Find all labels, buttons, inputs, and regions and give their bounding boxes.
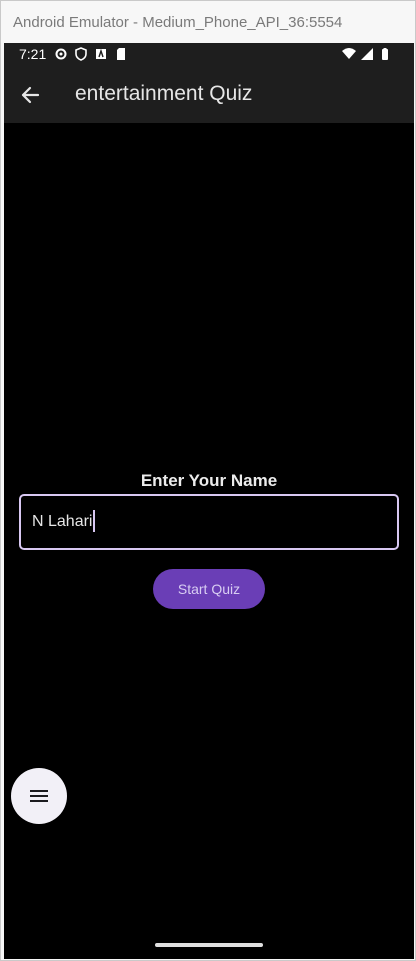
name-prompt-label: Enter Your Name	[140, 471, 278, 490]
arrow-left-icon	[21, 86, 40, 104]
status-time: 7:21	[19, 46, 47, 62]
status-bar: 7:21	[4, 43, 414, 67]
gesture-nav-handle[interactable]	[155, 943, 263, 947]
signal-icon	[361, 48, 373, 60]
battery-icon	[382, 48, 388, 60]
menu-icon	[30, 790, 48, 802]
quiz-start-content: Enter Your Name N Lahari Start Quiz	[4, 123, 414, 959]
page-title: entertainment Quiz	[75, 82, 253, 105]
name-input-value: N Lahari	[32, 513, 93, 530]
window-title: Android Emulator - Medium_Phone_API_36:5…	[1, 1, 415, 43]
phone-screen: 7:21 entertainment Quiz Enter Your Name …	[4, 43, 414, 959]
emulator-window: Android Emulator - Medium_Phone_API_36:5…	[0, 0, 416, 961]
name-input[interactable]: N Lahari	[19, 494, 399, 550]
settings-icon	[55, 48, 67, 60]
shield-icon	[75, 47, 87, 61]
text-icon	[96, 48, 106, 59]
sd-card-icon	[117, 48, 125, 60]
status-left-icons	[54, 47, 128, 61]
status-right-icons	[342, 47, 392, 61]
wifi-icon	[342, 48, 356, 59]
text-cursor	[93, 510, 96, 532]
app-bar: entertainment Quiz	[4, 67, 414, 123]
menu-fab-button[interactable]	[11, 768, 67, 824]
back-button[interactable]	[16, 81, 44, 109]
start-quiz-button[interactable]: Start Quiz	[153, 569, 265, 609]
